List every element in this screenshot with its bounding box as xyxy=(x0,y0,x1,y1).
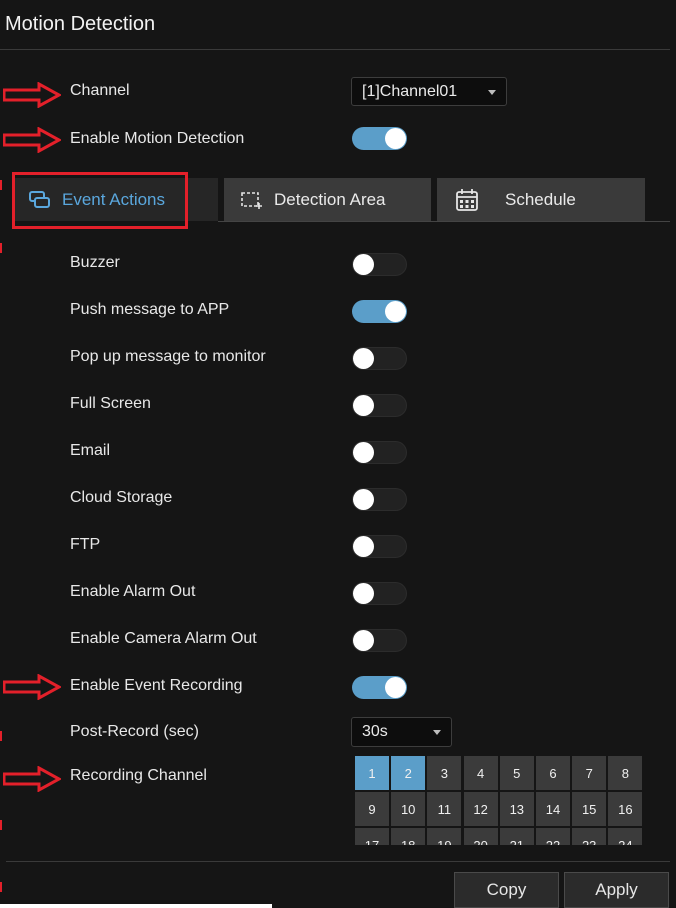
tab-schedule-label: Schedule xyxy=(505,189,576,209)
toggle-knob xyxy=(353,254,374,275)
tab-detection-area-label: Detection Area xyxy=(274,189,386,209)
page-title: Motion Detection xyxy=(5,13,156,35)
action-toggle[interactable] xyxy=(352,488,407,511)
annotation-mark xyxy=(0,731,2,741)
action-label: FTP xyxy=(70,536,101,553)
annotation-arrow-event-recording xyxy=(3,674,61,700)
action-label: Push message to APP xyxy=(70,301,230,318)
toggle-knob xyxy=(353,630,374,651)
copy-button[interactable]: Copy xyxy=(454,872,559,908)
tabs-divider xyxy=(218,221,670,222)
action-toggle[interactable] xyxy=(352,676,407,699)
action-label: Enable Event Recording xyxy=(70,677,243,694)
channel-cell[interactable]: 1 xyxy=(355,756,389,790)
footer-divider xyxy=(6,861,670,862)
channel-cell[interactable]: 6 xyxy=(536,756,570,790)
bottom-white-strip xyxy=(0,904,272,908)
detection-area-icon xyxy=(241,191,262,209)
action-label: Pop up message to monitor xyxy=(70,348,266,365)
toggle-knob xyxy=(353,583,374,604)
title-divider xyxy=(0,49,670,50)
annotation-highlight-box xyxy=(12,172,188,229)
motion-detection-toggle[interactable] xyxy=(352,127,407,150)
toggle-knob xyxy=(353,489,374,510)
post-record-select[interactable]: 30s xyxy=(351,717,452,747)
action-toggle[interactable] xyxy=(352,535,407,558)
channel-cell[interactable]: 8 xyxy=(608,756,643,790)
chevron-down-icon xyxy=(488,89,496,95)
channel-select-value: [1]Channel01 xyxy=(362,83,458,100)
channel-cell[interactable]: 24 xyxy=(608,828,643,845)
motion-detection-label: Enable Motion Detection xyxy=(70,130,245,147)
channel-cell[interactable]: 19 xyxy=(427,828,462,845)
channel-cell[interactable]: 12 xyxy=(463,792,498,826)
tab-detection-area[interactable]: Detection Area xyxy=(224,178,431,221)
action-toggle[interactable] xyxy=(352,300,407,323)
channel-cell[interactable]: 16 xyxy=(608,792,643,826)
post-record-label: Post-Record (sec) xyxy=(70,723,199,740)
toggle-knob xyxy=(353,442,374,463)
post-record-value: 30s xyxy=(362,723,388,740)
channel-cell[interactable]: 18 xyxy=(391,828,426,845)
toggle-knob xyxy=(385,677,406,698)
toggle-knob xyxy=(353,395,374,416)
action-toggle[interactable] xyxy=(352,629,407,652)
annotation-arrow-channel xyxy=(3,82,61,108)
annotation-mark xyxy=(0,243,2,253)
channel-cell[interactable]: 20 xyxy=(463,828,498,845)
annotation-arrow-motion xyxy=(3,127,61,153)
channel-cell[interactable]: 17 xyxy=(355,828,389,845)
action-toggle[interactable] xyxy=(352,441,407,464)
action-label: Buzzer xyxy=(70,254,120,271)
action-toggle[interactable] xyxy=(352,582,407,605)
action-label: Enable Alarm Out xyxy=(70,583,196,600)
toggle-knob xyxy=(385,128,406,149)
channel-cell[interactable]: 23 xyxy=(572,828,607,845)
channel-cell[interactable]: 9 xyxy=(355,792,389,826)
toggle-knob xyxy=(353,536,374,557)
channel-cell[interactable]: 7 xyxy=(572,756,607,790)
channel-cell[interactable]: 22 xyxy=(536,828,570,845)
channel-cell[interactable]: 15 xyxy=(572,792,607,826)
channel-cell[interactable]: 14 xyxy=(536,792,570,826)
apply-button[interactable]: Apply xyxy=(564,872,669,908)
toggle-knob xyxy=(385,301,406,322)
tab-schedule[interactable]: Schedule xyxy=(437,178,645,221)
action-label: Email xyxy=(70,442,111,459)
action-label: Full Screen xyxy=(70,395,151,412)
recording-channel-label: Recording Channel xyxy=(70,767,207,784)
channel-cell[interactable]: 3 xyxy=(427,756,462,790)
calendar-icon xyxy=(456,188,478,211)
channel-cell[interactable]: 21 xyxy=(499,828,534,845)
action-label: Enable Camera Alarm Out xyxy=(70,630,257,647)
annotation-arrow-recording-channel xyxy=(3,766,61,792)
channel-cell[interactable]: 11 xyxy=(427,792,462,826)
chevron-down-icon xyxy=(433,730,441,735)
toggle-knob xyxy=(353,348,374,369)
channel-select[interactable]: [1]Channel01 xyxy=(351,77,507,106)
channel-cell[interactable]: 10 xyxy=(391,792,426,826)
channel-label: Channel xyxy=(70,82,130,99)
action-toggle[interactable] xyxy=(352,253,407,276)
action-label: Cloud Storage xyxy=(70,489,173,506)
channel-cell[interactable]: 5 xyxy=(499,756,534,790)
annotation-mark xyxy=(0,180,2,190)
channel-cell[interactable]: 4 xyxy=(463,756,498,790)
action-toggle[interactable] xyxy=(352,347,407,370)
action-toggle[interactable] xyxy=(352,394,407,417)
annotation-mark xyxy=(0,882,2,892)
channel-cell[interactable]: 2 xyxy=(391,756,426,790)
channel-cell[interactable]: 13 xyxy=(499,792,534,826)
recording-channel-grid: 1 2 3 4 5 6 7 8 9 10 11 12 13 14 15 16 17 18 19 20 21 22 23 24 xyxy=(355,756,643,845)
annotation-mark xyxy=(0,820,2,830)
